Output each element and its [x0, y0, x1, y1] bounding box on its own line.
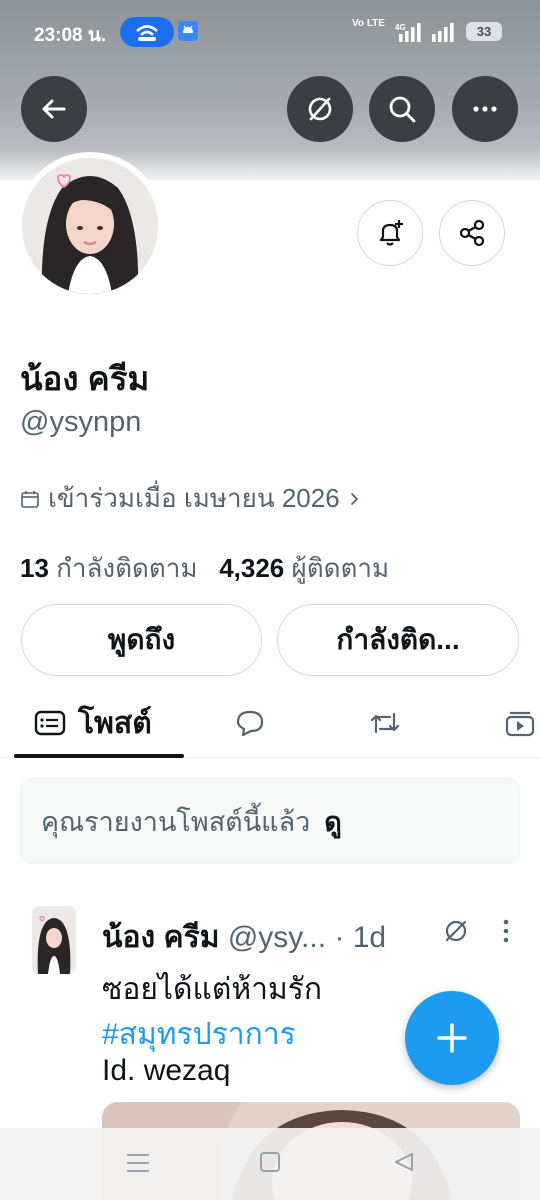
bell-plus-icon: [379, 220, 403, 246]
reply-bubble-icon: [236, 710, 264, 737]
reported-view-link[interactable]: ดู: [324, 800, 342, 843]
followers-count: 4,326: [219, 553, 285, 583]
tab-media[interactable]: [504, 690, 536, 756]
status-time: 23:08 น.: [34, 25, 107, 46]
reported-notice-text: คุณรายงานโพสต์นี้แล้ว: [41, 806, 311, 837]
post-text-line: Id. wezaq: [102, 1054, 231, 1087]
slash-circle-icon[interactable]: [442, 917, 470, 945]
profile-tabs: โพสต์: [0, 690, 540, 758]
cell-signal-2-icon: [432, 23, 454, 42]
profile-name: น้อง ครีม: [20, 360, 150, 397]
followers-label: ผู้ติดตาม: [291, 553, 390, 583]
search-icon: [389, 96, 416, 123]
battery-indicator: 33: [466, 22, 502, 41]
post-author-handle[interactable]: @ysy...: [228, 921, 326, 954]
reported-notice: คุณรายงานโพสต์นี้แล้ว ดู: [20, 778, 520, 864]
compose-button[interactable]: [405, 991, 499, 1085]
tab-reposts[interactable]: [368, 690, 402, 756]
tab-posts[interactable]: โพสต์: [34, 690, 152, 756]
share-button[interactable]: [439, 200, 505, 266]
profile-avatar[interactable]: [22, 158, 158, 294]
following-label: กำลังติดตาม: [56, 553, 198, 583]
post-time: · 1d: [334, 921, 387, 954]
grok-button[interactable]: [287, 76, 353, 142]
following-button[interactable]: กำลังติด...: [277, 604, 519, 676]
arrow-left-icon: [42, 99, 66, 119]
posts-icon: [34, 710, 66, 736]
system-nav-bar: [0, 1128, 540, 1200]
home-icon[interactable]: [259, 1151, 281, 1173]
notifications-button[interactable]: [357, 200, 423, 266]
search-button[interactable]: [369, 76, 435, 142]
following-link[interactable]: 13 กำลังติดตาม: [20, 553, 198, 583]
more-vertical-icon[interactable]: [496, 917, 516, 945]
more-horizontal-icon: [473, 106, 497, 112]
joined-text: เข้าร่วมเมื่อ เมษายน 2026: [48, 483, 340, 513]
mention-button[interactable]: พูดถึง: [21, 604, 262, 676]
profile-handle: @ysynpn: [20, 406, 142, 438]
follow-stats: 13 กำลังติดตาม 4,326 ผู้ติดตาม: [20, 548, 389, 589]
joined-date-row[interactable]: เข้าร่วมเมื่อ เมษายน 2026: [20, 478, 362, 519]
network-type: 4G: [395, 23, 406, 32]
more-button[interactable]: [452, 76, 518, 142]
slash-circle-icon: [308, 97, 332, 121]
status-bar: 23:08 น. Vo LTE 4G 33: [0, 0, 540, 64]
post-header: น้อง ครีม @ysy... · 1d: [102, 914, 386, 961]
post-author-name[interactable]: น้อง ครีม: [102, 921, 219, 954]
tab-replies[interactable]: [234, 690, 266, 756]
following-count: 13: [20, 553, 49, 583]
plus-icon: [437, 1023, 467, 1053]
cell-signal-icon: 4G: [395, 23, 421, 42]
menu-icon[interactable]: [126, 1152, 150, 1174]
calendar-icon: [21, 490, 39, 508]
repost-icon: [370, 712, 400, 734]
media-icon: [505, 711, 535, 737]
post-hashtag[interactable]: #สมุทรปราการ: [102, 1011, 296, 1058]
volte-label: Vo LTE: [352, 18, 385, 29]
back-button[interactable]: [21, 76, 87, 142]
android-icon: [178, 21, 198, 41]
back-nav-icon[interactable]: [393, 1151, 415, 1173]
tab-posts-label: โพสต์: [78, 706, 152, 740]
post-text-line: ซอยได้แต่ห้ามรัก: [102, 973, 323, 1006]
chevron-right-icon: [350, 492, 358, 505]
post-avatar[interactable]: [32, 906, 76, 974]
share-icon: [459, 219, 485, 247]
active-tab-indicator: [14, 754, 184, 758]
hotspot-icon: [120, 17, 174, 47]
followers-link[interactable]: 4,326 ผู้ติดตาม: [219, 553, 389, 583]
